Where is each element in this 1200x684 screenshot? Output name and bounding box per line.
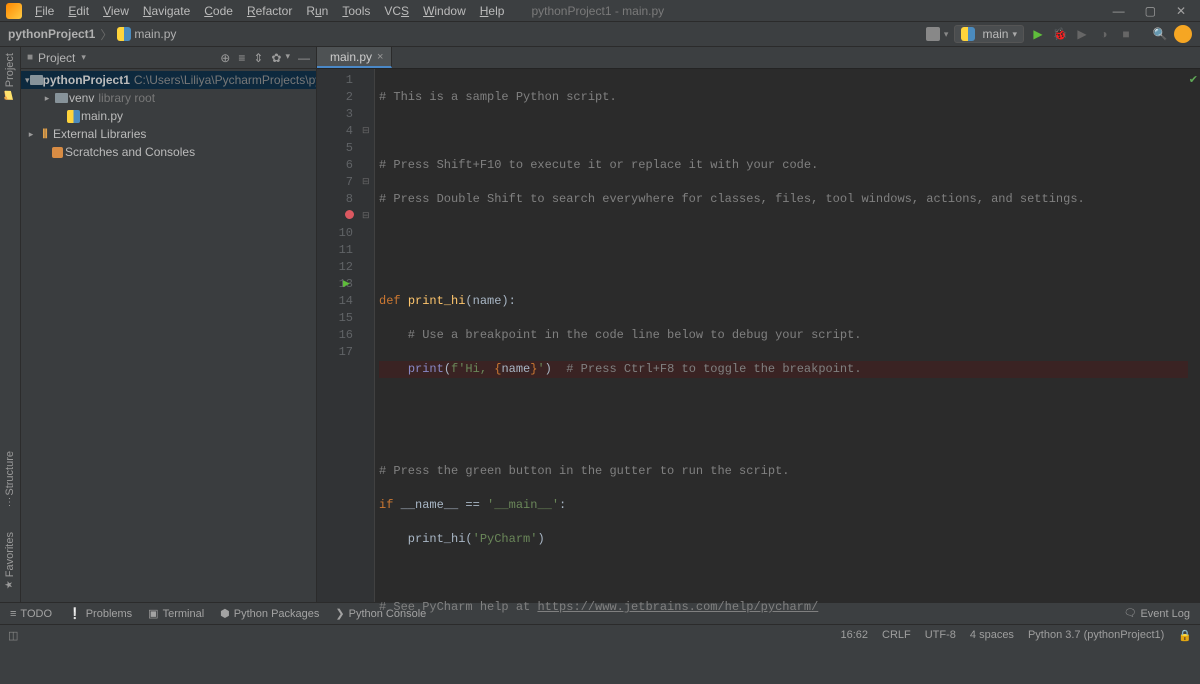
menu-code[interactable]: Code xyxy=(197,2,240,20)
folder-icon: ■ xyxy=(27,52,33,63)
editor-body[interactable]: 1 2 3 4 5 6 7 8 9 10 11 12 13 ▶ 14 15 16… xyxy=(317,69,1200,602)
project-panel-header: ■ Project ▾ ⊕ ≡ ⇕ ✿ ▾ — xyxy=(21,47,316,69)
side-tab-favorites[interactable]: ★Favorites xyxy=(3,528,17,594)
run-icon[interactable]: ▶ xyxy=(1030,27,1046,41)
editor-tab-label: main.py xyxy=(330,50,372,64)
minimize-icon[interactable]: — xyxy=(1113,4,1125,18)
menu-bar: File Edit View Navigate Code Refactor Ru… xyxy=(0,0,1200,22)
app-logo-icon xyxy=(6,3,22,19)
tab-todo[interactable]: ≡TODO xyxy=(10,608,52,620)
locate-icon[interactable]: ⊕ xyxy=(220,51,230,65)
close-tab-icon[interactable]: × xyxy=(377,51,383,63)
menu-refactor[interactable]: Refactor xyxy=(240,2,299,20)
python-file-icon xyxy=(117,27,131,41)
collapse-icon[interactable]: ⇕ xyxy=(253,51,263,65)
window-title: pythonProject1 - main.py xyxy=(531,4,664,18)
expand-icon[interactable]: ≡ xyxy=(238,51,245,65)
menu-help[interactable]: Help xyxy=(473,2,512,20)
project-panel-title: Project xyxy=(38,51,75,65)
run-gutter-icon[interactable]: ▶ xyxy=(343,276,350,293)
tab-terminal[interactable]: ▣Terminal xyxy=(148,607,204,620)
add-user-icon[interactable] xyxy=(926,27,940,41)
tab-problems[interactable]: ❕Problems xyxy=(68,607,132,620)
code-area[interactable]: # This is a sample Python script. # Pres… xyxy=(375,69,1188,602)
debug-icon[interactable]: 🐞 xyxy=(1052,27,1068,41)
settings-icon[interactable]: ✿ xyxy=(271,51,281,65)
profile-icon[interactable]: ◑ xyxy=(1096,27,1112,41)
hide-icon[interactable]: — xyxy=(298,51,310,65)
tree-main-file[interactable]: main.py xyxy=(21,107,316,125)
project-tool-window: ■ Project ▾ ⊕ ≡ ⇕ ✿ ▾ — ▾ pythonProject1… xyxy=(21,47,317,602)
tree-root[interactable]: ▾ pythonProject1 C:\Users\Liliya\Pycharm… xyxy=(21,71,316,89)
menu-run[interactable]: Run xyxy=(299,2,335,20)
chevron-down-icon[interactable]: ▾ xyxy=(81,52,86,63)
menu-edit[interactable]: Edit xyxy=(61,2,96,20)
menu-window[interactable]: Window xyxy=(416,2,473,20)
libs-icon: ⫴ xyxy=(37,127,53,142)
breakpoint-icon[interactable] xyxy=(345,210,354,219)
left-tool-strip: 📁Project ⋮Structure ★Favorites xyxy=(0,47,21,602)
user-avatar-icon[interactable] xyxy=(1174,25,1192,43)
stop-icon[interactable]: ■ xyxy=(1118,27,1134,41)
inspection-ok-icon[interactable]: ✔ xyxy=(1189,73,1198,87)
menu-vcs[interactable]: VCS xyxy=(377,2,416,20)
line-number-gutter[interactable]: 1 2 3 4 5 6 7 8 9 10 11 12 13 ▶ 14 15 16… xyxy=(317,69,361,602)
menu-tools[interactable]: Tools xyxy=(335,2,377,20)
editor-tab-main[interactable]: main.py × xyxy=(317,47,392,68)
editor-scrollbar[interactable]: ✔ xyxy=(1188,69,1200,602)
search-icon[interactable]: 🔍 xyxy=(1152,27,1168,41)
tool-window-icon[interactable]: ◫ xyxy=(8,629,18,642)
breadcrumb-sep: 〉 xyxy=(100,26,112,43)
project-tree[interactable]: ▾ pythonProject1 C:\Users\Liliya\Pycharm… xyxy=(21,69,316,163)
side-tab-structure[interactable]: ⋮Structure xyxy=(3,447,17,512)
menu-file[interactable]: File xyxy=(28,2,61,20)
chevron-down-icon: ▾ xyxy=(285,51,290,65)
editor-tab-strip: main.py × xyxy=(317,47,1200,69)
close-icon[interactable]: ✕ xyxy=(1176,4,1186,18)
breadcrumb-file[interactable]: main.py xyxy=(134,27,176,41)
editor-area: main.py × 1 2 3 4 5 6 7 8 9 10 11 12 13 … xyxy=(317,47,1200,602)
tree-venv[interactable]: ▸ venv library root xyxy=(21,89,316,107)
run-config-label: main xyxy=(982,27,1008,41)
python-icon xyxy=(961,27,975,41)
fold-gutter[interactable]: ⊟ ⊟⊟ xyxy=(361,69,375,602)
tree-ext-libs[interactable]: ▸⫴ External Libraries xyxy=(21,125,316,143)
chevron-down-icon: ▾ xyxy=(1012,29,1017,40)
maximize-icon[interactable]: ▢ xyxy=(1145,4,1156,18)
window-controls: — ▢ ✕ xyxy=(1113,4,1196,18)
side-tab-project[interactable]: 📁Project xyxy=(3,49,17,105)
menu-navigate[interactable]: Navigate xyxy=(136,2,197,20)
menu-view[interactable]: View xyxy=(96,2,136,20)
run-coverage-icon[interactable]: ▶ xyxy=(1074,27,1090,41)
run-config-selector[interactable]: main ▾ xyxy=(954,25,1024,43)
tab-python-packages[interactable]: ⬢Python Packages xyxy=(220,607,319,620)
navigation-bar: pythonProject1 〉 main.py ▾ main ▾ ▶ 🐞 ▶ … xyxy=(0,22,1200,47)
breadcrumb-project[interactable]: pythonProject1 xyxy=(8,27,95,41)
tree-scratches[interactable]: Scratches and Consoles xyxy=(21,143,316,161)
